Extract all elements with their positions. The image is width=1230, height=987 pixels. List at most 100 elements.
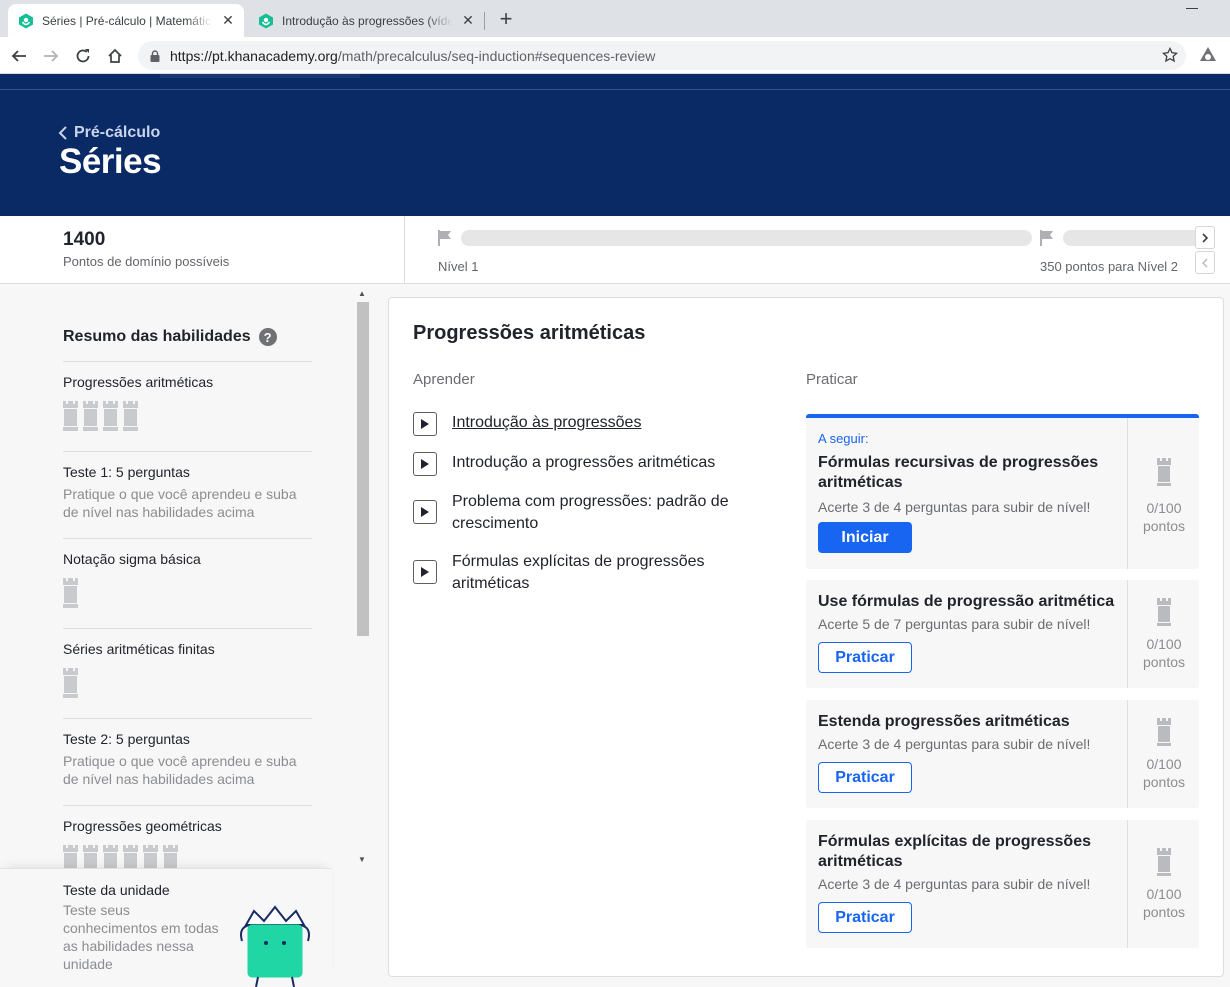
breadcrumb-label: Pré-cálculo <box>74 124 161 141</box>
practice-points: 0/100 pontos <box>1127 580 1199 688</box>
back-arrow-icon <box>11 50 26 62</box>
reload-button[interactable] <box>70 43 96 69</box>
mastery-tower-icon <box>1157 598 1171 626</box>
minimize-window-icon[interactable] <box>1186 8 1198 9</box>
video-link[interactable]: Problema com progressões: padrão de cres… <box>452 491 753 535</box>
url-host: https://pt.khanacademy.org <box>170 47 338 64</box>
mastery-tower-icon <box>63 399 78 431</box>
browser-tab-inactive[interactable]: Introdução às progressões (vídeo) | Khan… <box>248 4 484 37</box>
practice-requirement: Acerte 3 de 4 perguntas para subir de ní… <box>818 499 1091 515</box>
learn-column-label: Aprender <box>413 371 475 388</box>
practice-points: 0/100 pontos <box>1127 700 1199 808</box>
skill-name: Notação sigma básica <box>63 551 201 567</box>
mastery-points-summary: 1400 Pontos de domínio possíveis <box>0 216 405 284</box>
practice-card: Fórmulas explícitas de progressões aritm… <box>806 820 1199 948</box>
video-link[interactable]: Fórmulas explícitas de progressões aritm… <box>452 551 753 595</box>
video-item[interactable]: Fórmulas explícitas de progressões aritm… <box>413 551 753 595</box>
skill-name: Progressões aritméticas <box>63 374 214 390</box>
practice-card: Estenda progressões aritméticas Acerte 3… <box>806 700 1199 808</box>
video-item[interactable]: Problema com progressões: padrão de cres… <box>413 491 753 535</box>
close-tab-icon[interactable]: ✕ <box>458 11 478 31</box>
url-path: /math/precalculus/seq-induction#sequence… <box>337 47 656 64</box>
url-text: https://pt.khanacademy.org/math/precalcu… <box>170 48 655 64</box>
close-tab-icon[interactable]: ✕ <box>218 11 238 31</box>
quiz-item[interactable]: Teste 2: 5 perguntas Pratique o que você… <box>63 718 312 788</box>
practice-column-label: Praticar <box>806 371 858 388</box>
chevron-left-icon <box>1201 257 1208 268</box>
crown-mascot-icon <box>240 905 310 987</box>
practice-title: Fórmulas explícitas de progressões aritm… <box>818 833 1091 870</box>
video-item[interactable]: Introdução às progressões <box>413 412 753 436</box>
points-unit: pontos <box>1142 774 1186 790</box>
tab-title: Séries | Pré-cálculo | Matemática | Khan… <box>42 13 212 28</box>
video-item[interactable]: Introdução a progressões aritméticas <box>413 452 753 476</box>
level-scroll-left-button[interactable] <box>1195 251 1215 274</box>
mastery-tower-icon <box>1157 848 1171 876</box>
skill-item[interactable]: Progressões aritméticas <box>63 361 312 431</box>
video-link[interactable]: Introdução às progressões <box>452 412 641 434</box>
level-flag-icon <box>438 230 451 246</box>
tab-divider <box>484 12 485 30</box>
quiz-name: Teste 1: 5 perguntas <box>63 464 190 480</box>
help-icon[interactable]: ? <box>258 328 277 346</box>
unit-test-card[interactable]: Teste da unidade Teste seus conhecimento… <box>0 868 332 987</box>
video-link[interactable]: Introdução a progressões aritméticas <box>452 452 715 474</box>
practice-requirement: Acerte 3 de 4 perguntas para subir de ní… <box>818 876 1091 892</box>
level-scroll-right-button[interactable] <box>1195 226 1215 249</box>
extension-icon[interactable] <box>1198 45 1218 65</box>
start-button[interactable]: Iniciar <box>818 522 912 553</box>
mastery-towers <box>63 399 312 431</box>
skill-item[interactable]: Progressões geométricas <box>63 805 312 875</box>
next-level-progress-bar <box>1063 230 1203 246</box>
mastery-tower-icon <box>63 666 78 698</box>
browser-toolbar: https://pt.khanacademy.org/math/precalcu… <box>0 37 1230 74</box>
mastery-tower-icon <box>123 399 138 431</box>
current-level-label: Nível 1 <box>438 259 479 274</box>
next-level-label: 350 pontos para Nível 2 <box>1040 259 1179 274</box>
practice-button[interactable]: Praticar <box>818 762 912 793</box>
skill-detail-panel: Progressões aritméticas Aprender Pratica… <box>388 297 1224 977</box>
subject-header: Pré-cálculo Séries <box>0 74 1230 216</box>
sidebar-scrollbar[interactable]: ▲ ▼ <box>356 287 370 867</box>
skill-name: Progressões geométricas <box>63 818 222 834</box>
home-button[interactable] <box>102 43 128 69</box>
new-tab-button[interactable]: + <box>494 8 518 32</box>
practice-points: 0/100 pontos <box>1127 418 1199 569</box>
quiz-description: Pratique o que você aprendeu e suba de n… <box>63 753 297 787</box>
skill-item[interactable]: Notação sigma básica <box>63 538 312 608</box>
chevron-right-icon <box>1202 232 1209 243</box>
practice-requirement: Acerte 5 de 7 perguntas para subir de ní… <box>818 616 1091 632</box>
practice-card: A seguir: Fórmulas recursivas de progres… <box>806 414 1199 569</box>
back-button[interactable] <box>6 43 32 69</box>
mastery-points-value: 1400 <box>63 229 106 250</box>
forward-button[interactable] <box>38 43 64 69</box>
unit-test-name: Teste da unidade <box>63 882 170 898</box>
practice-title: Fórmulas recursivas de progressões aritm… <box>818 454 1099 491</box>
address-bar[interactable]: https://pt.khanacademy.org/math/precalcu… <box>138 41 1186 70</box>
skill-item[interactable]: Séries aritméticas finitas <box>63 628 312 698</box>
breadcrumb[interactable]: Pré-cálculo <box>58 124 160 142</box>
skill-title: Progressões aritméticas <box>413 322 646 344</box>
tab-title: Introdução às progressões (vídeo) | Khan… <box>282 13 452 28</box>
up-next-label: A seguir: <box>818 431 869 446</box>
play-video-icon <box>413 452 437 476</box>
bookmark-star-icon[interactable] <box>1162 47 1178 63</box>
mastery-points-label: Pontos de domínio possíveis <box>63 254 230 269</box>
practice-button[interactable]: Praticar <box>818 642 912 673</box>
scroll-up-arrow-icon[interactable]: ▲ <box>358 289 366 298</box>
scrollbar-thumb[interactable] <box>357 302 369 636</box>
practice-requirement: Acerte 3 de 4 perguntas para subir de ní… <box>818 736 1091 752</box>
browser-tab-active[interactable]: Séries | Pré-cálculo | Matemática | Khan… <box>8 4 244 37</box>
scroll-down-arrow-icon[interactable]: ▼ <box>358 855 366 864</box>
lock-icon <box>150 49 160 62</box>
points-score: 0/100 <box>1146 500 1182 516</box>
level-flag-icon <box>1040 230 1053 246</box>
mastery-tower-icon <box>83 399 98 431</box>
skills-summary-title: Resumo das habilidades <box>63 328 251 345</box>
mastery-points-strip: 1400 Pontos de domínio possíveis Nível 1… <box>0 216 1230 284</box>
home-icon <box>108 48 122 63</box>
practice-button[interactable]: Praticar <box>818 902 912 933</box>
quiz-item[interactable]: Teste 1: 5 perguntas Pratique o que você… <box>63 451 312 521</box>
practice-card: Use fórmulas de progressão aritmética Ac… <box>806 580 1199 688</box>
quiz-description: Pratique o que você aprendeu e suba de n… <box>63 486 297 520</box>
